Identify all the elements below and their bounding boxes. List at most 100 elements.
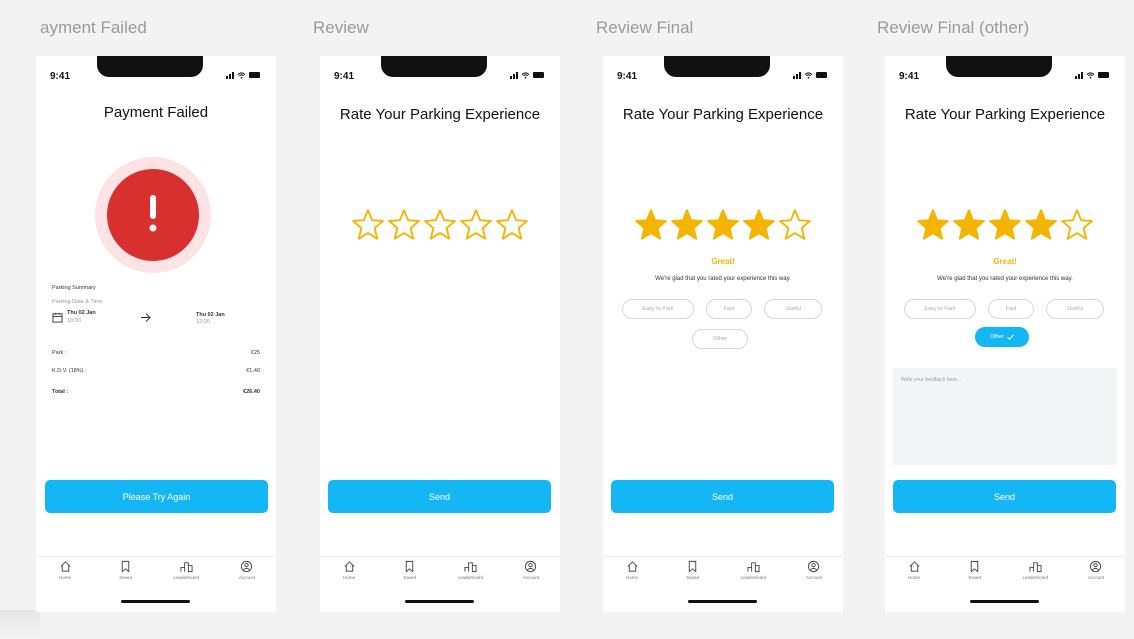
total-value: €26.40 <box>243 389 260 395</box>
star-empty-icon[interactable] <box>495 208 529 242</box>
tab-label: Home <box>58 575 71 580</box>
leaderboard-icon <box>747 562 760 573</box>
star-empty-icon[interactable] <box>351 208 385 242</box>
home-icon <box>909 561 919 572</box>
tax-value: €1.40 <box>246 368 260 374</box>
home-icon <box>60 561 70 572</box>
star-filled-icon[interactable] <box>1024 208 1058 242</box>
tab-saved[interactable]: Saved <box>105 557 147 590</box>
page-title: Rate Your Parking Experience <box>339 106 541 123</box>
chip-other[interactable]: Other <box>692 329 748 349</box>
chip-other-selected[interactable]: Other <box>975 327 1029 347</box>
home-indicator <box>688 600 757 603</box>
chip-fast[interactable]: Fast <box>988 299 1034 319</box>
signal-icon <box>226 71 234 79</box>
tab-account[interactable]: Account <box>226 557 268 590</box>
bookmark-icon <box>688 560 697 573</box>
park-value: €25 <box>250 350 260 356</box>
chip-useful[interactable]: Useful <box>764 299 822 319</box>
date-time-label: Parking Date & Time <box>52 299 103 305</box>
tab-saved[interactable]: Saved <box>389 557 431 590</box>
bookmark-icon <box>121 560 130 573</box>
frame-label-review-final: Review Final <box>596 18 694 37</box>
tab-label: Account <box>238 575 256 580</box>
error-icon-halo <box>95 157 211 273</box>
check-icon <box>1007 334 1014 340</box>
tab-account[interactable]: Account <box>1075 557 1117 590</box>
star-empty-icon[interactable] <box>778 208 812 242</box>
tab-leaderboard[interactable]: Leaderboard <box>165 557 207 590</box>
status-time: 9:41 <box>334 71 355 82</box>
park-label: Park : <box>52 350 67 356</box>
arrow-right-icon <box>141 313 151 322</box>
wifi-icon <box>1086 71 1095 79</box>
tab-account[interactable]: Account <box>793 557 835 590</box>
page-title: Rate Your Parking Experience <box>622 106 824 123</box>
tab-label: Home <box>625 575 638 580</box>
star-rating[interactable] <box>885 208 1125 242</box>
tab-home[interactable]: Home <box>611 557 653 590</box>
frame-label-payment-failed: ayment Failed <box>40 18 147 37</box>
send-button[interactable]: Send <box>328 480 551 513</box>
tab-label: Saved <box>686 575 700 580</box>
tab-home[interactable]: Home <box>328 557 370 590</box>
status-icons <box>1075 71 1109 79</box>
star-filled-icon[interactable] <box>916 208 950 242</box>
tab-leaderboard[interactable]: Leaderboard <box>449 557 491 590</box>
phone-review: 9:41 Rate Your Parking Experience Send H… <box>320 56 560 612</box>
signal-icon <box>1075 71 1083 79</box>
glad-message: We're glad that you rated your experienc… <box>937 276 1073 282</box>
page-title: Rate Your Parking Experience <box>904 106 1106 123</box>
star-empty-icon[interactable] <box>459 208 493 242</box>
tab-label: Home <box>907 575 920 580</box>
tab-saved[interactable]: Saved <box>672 557 714 590</box>
tab-bar: Home Saved Leaderboard Account <box>603 556 843 590</box>
star-filled-icon[interactable] <box>742 208 776 242</box>
notch <box>97 56 203 77</box>
chip-fast[interactable]: Fast <box>706 299 752 319</box>
glad-message: We're glad that you rated your experienc… <box>655 276 791 282</box>
try-again-button[interactable]: Please Try Again <box>45 480 268 513</box>
chip-useful[interactable]: Useful <box>1046 299 1104 319</box>
signal-icon <box>510 71 518 79</box>
tab-home[interactable]: Home <box>893 557 935 590</box>
leaderboard-icon <box>1029 562 1042 573</box>
feedback-textarea[interactable]: Write your feedback here... <box>893 368 1117 465</box>
status-icons <box>510 71 544 79</box>
star-filled-icon[interactable] <box>634 208 668 242</box>
notch <box>381 56 487 77</box>
send-button[interactable]: Send <box>611 480 834 513</box>
canvas-shadow <box>0 610 40 639</box>
send-button[interactable]: Send <box>893 480 1116 513</box>
battery-icon <box>249 72 260 78</box>
notch <box>664 56 770 77</box>
wifi-icon <box>521 71 530 79</box>
star-filled-icon[interactable] <box>952 208 986 242</box>
star-rating[interactable] <box>320 208 560 242</box>
star-empty-icon[interactable] <box>387 208 421 242</box>
tab-label: Account <box>522 575 540 580</box>
tab-leaderboard[interactable]: Leaderboard <box>732 557 774 590</box>
tab-saved[interactable]: Saved <box>954 557 996 590</box>
tab-label: Leaderboard <box>740 575 767 580</box>
phone-review-final-other: 9:41 Rate Your Parking Experience Great!… <box>885 56 1125 612</box>
chip-easy-to-park[interactable]: Easy to Park <box>904 299 976 319</box>
star-filled-icon[interactable] <box>706 208 740 242</box>
star-filled-icon[interactable] <box>988 208 1022 242</box>
summary-title: Parking Summary <box>52 285 96 291</box>
tab-leaderboard[interactable]: Leaderboard <box>1014 557 1056 590</box>
home-icon <box>344 561 354 572</box>
tab-home[interactable]: Home <box>44 557 86 590</box>
tab-account[interactable]: Account <box>510 557 552 590</box>
star-filled-icon[interactable] <box>670 208 704 242</box>
frame-label-review-final-other: Review Final (other) <box>877 18 1030 37</box>
star-empty-icon[interactable] <box>423 208 457 242</box>
frame-label-review: Review <box>313 18 369 37</box>
chip-easy-to-park[interactable]: Easy to Park <box>622 299 694 319</box>
battery-icon <box>1098 72 1109 78</box>
wifi-icon <box>804 71 813 79</box>
star-rating[interactable] <box>603 208 843 242</box>
tab-label: Account <box>805 575 823 580</box>
tax-label: K.D.V. (18%) : <box>52 368 87 374</box>
star-empty-icon[interactable] <box>1060 208 1094 242</box>
